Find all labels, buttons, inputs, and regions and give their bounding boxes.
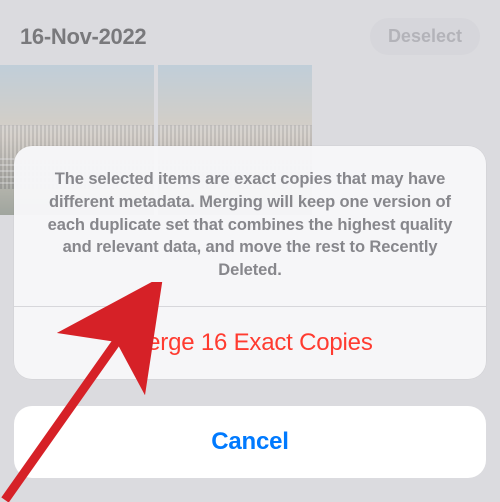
deselect-button[interactable]: Deselect	[370, 18, 480, 55]
header-bar: 16-Nov-2022 Deselect	[0, 0, 500, 65]
merge-action-sheet: The selected items are exact copies that…	[14, 146, 486, 379]
cancel-button[interactable]: Cancel	[14, 406, 486, 478]
merge-exact-copies-button[interactable]: Merge 16 Exact Copies	[14, 307, 486, 379]
action-sheet-message: The selected items are exact copies that…	[14, 146, 486, 306]
cancel-button-container: Cancel	[14, 406, 486, 478]
section-date: 16-Nov-2022	[20, 24, 146, 50]
photos-duplicates-screen: 16-Nov-2022 Deselect The selected items …	[0, 0, 500, 502]
